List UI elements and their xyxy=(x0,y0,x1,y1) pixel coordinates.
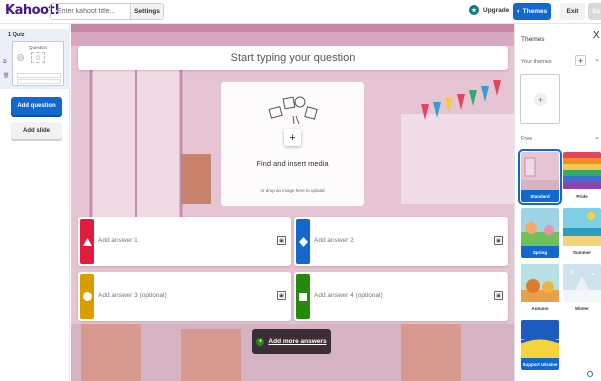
add-more-answers-button[interactable]: + Add more answers xyxy=(252,329,331,354)
theme-label: Spring xyxy=(521,246,559,258)
theme-support-ukraine[interactable]: Support Ukraine xyxy=(521,320,559,370)
add-slide-button[interactable]: Add slide xyxy=(11,122,62,139)
chevron-down-icon[interactable]: ⌄ xyxy=(594,55,600,63)
add-custom-theme-tile[interactable]: + xyxy=(520,74,560,124)
answer-4-shape xyxy=(296,274,310,319)
media-illustration-icon xyxy=(268,96,318,125)
themes-label: Themes xyxy=(522,8,548,15)
plus-icon: + xyxy=(534,93,547,106)
media-title: Find and insert media xyxy=(256,159,329,168)
theme-label: Pride xyxy=(563,190,601,202)
insert-media-button[interactable]: + xyxy=(284,129,301,146)
circle-icon xyxy=(82,292,92,301)
answer-image-icon[interactable]: ▣ xyxy=(494,236,503,245)
title-field[interactable]: Settings xyxy=(50,3,164,20)
slide-label: 1 Quiz xyxy=(8,32,25,38)
media-subtitle: or drop an image here to upload xyxy=(260,188,325,193)
slide-sidebar: 1 Quiz ⧉ 🗑 Question 20 ◫ Add question Ad… xyxy=(0,24,70,381)
theme-spring[interactable]: Spring xyxy=(521,208,559,258)
free-themes-label: Free xyxy=(521,136,533,142)
upgrade-button[interactable]: ★ Upgrade xyxy=(469,5,509,15)
theme-autumn-preview xyxy=(521,264,559,302)
answer-2-text: Add answer 2 xyxy=(314,237,354,244)
theme-pride-preview xyxy=(563,152,601,189)
answer-image-icon[interactable]: ▣ xyxy=(277,236,286,245)
answer-3[interactable]: Add answer 3 (optional) ▣ xyxy=(78,272,291,321)
answer-1-shape xyxy=(80,219,94,264)
answer-4[interactable]: Add answer 4 (optional) ▣ xyxy=(294,272,508,321)
theme-standard-preview xyxy=(521,152,559,190)
square-icon xyxy=(299,292,307,301)
duplicate-icon[interactable]: ⧉ xyxy=(3,59,9,65)
theme-label: Autumn xyxy=(521,302,559,314)
theme-summer-preview xyxy=(563,208,601,246)
upgrade-label: Upgrade xyxy=(483,6,510,14)
add-question-button[interactable]: Add question xyxy=(11,97,62,115)
palette-icon: ◐ xyxy=(516,8,521,15)
exit-button[interactable]: Exit xyxy=(560,3,585,20)
triangle-icon xyxy=(82,237,92,246)
slide-thumbnail[interactable]: Question 20 ◫ xyxy=(12,41,64,86)
add-theme-button[interactable]: + xyxy=(575,55,586,66)
top-bar: Kahoot! Settings ★ Upgrade ◐ Themes Exit… xyxy=(0,0,601,24)
answer-image-icon[interactable]: ▣ xyxy=(494,291,503,300)
thumb-answer-row xyxy=(17,79,61,84)
close-icon[interactable]: X xyxy=(593,30,600,41)
theme-winter[interactable]: Winter xyxy=(563,264,601,314)
plus-circle-icon: + xyxy=(256,337,265,346)
themes-panel: Themes X Your themes + ⌄ + Free ⌄ Standa… xyxy=(514,24,601,381)
answer-4-text: Add answer 4 (optional) xyxy=(314,292,383,299)
theme-label: Standard xyxy=(521,190,559,202)
slide-card[interactable]: 1 Quiz ⧉ 🗑 Question 20 ◫ xyxy=(0,29,70,89)
theme-label: Support Ukraine xyxy=(521,358,559,370)
themes-panel-title: Themes xyxy=(521,36,545,43)
answer-image-icon[interactable]: ▣ xyxy=(277,291,286,300)
question-input[interactable]: Start typing your question xyxy=(78,46,508,70)
answer-2-shape xyxy=(296,219,310,264)
theme-label: Winter xyxy=(563,302,601,314)
answer-1-text: Add answer 1 xyxy=(98,237,138,244)
timer-badge: 20 xyxy=(17,54,24,61)
answer-2[interactable]: Add answer 2 ▣ xyxy=(294,217,508,266)
chevron-down-icon[interactable]: ⌄ xyxy=(594,133,600,141)
thumb-image-icon: ◫ xyxy=(31,52,45,63)
upgrade-icon: ★ xyxy=(469,5,479,15)
thumb-answer-row xyxy=(17,73,61,78)
theme-spring-preview xyxy=(521,208,559,246)
delete-icon[interactable]: 🗑 xyxy=(3,73,9,79)
theme-label: Summer xyxy=(563,246,601,258)
add-more-answers-label: Add more answers xyxy=(268,338,327,345)
answer-3-text: Add answer 3 (optional) xyxy=(98,292,167,299)
scroll-indicator-icon[interactable] xyxy=(587,371,593,377)
themes-button[interactable]: ◐ Themes xyxy=(513,3,551,20)
theme-winter-preview xyxy=(563,264,601,302)
theme-ukraine-preview xyxy=(521,320,559,358)
answer-3-shape xyxy=(80,274,94,319)
diamond-icon xyxy=(298,236,308,247)
your-themes-label: Your themes xyxy=(521,59,552,65)
theme-summer[interactable]: Summer xyxy=(563,208,601,258)
theme-pride[interactable]: Pride xyxy=(563,152,601,202)
settings-button[interactable]: Settings xyxy=(130,4,163,19)
thumb-title: Question xyxy=(28,45,47,50)
question-canvas: Start typing your question + Find and in… xyxy=(71,24,514,381)
media-dropzone[interactable]: + Find and insert media or drop an image… xyxy=(221,82,364,206)
answer-1[interactable]: Add answer 1 ▣ xyxy=(78,217,291,266)
save-button[interactable]: Sa xyxy=(588,3,601,20)
theme-autumn[interactable]: Autumn xyxy=(521,264,559,314)
theme-standard[interactable]: Standard xyxy=(518,149,562,205)
kahoot-title-input[interactable] xyxy=(51,4,131,19)
